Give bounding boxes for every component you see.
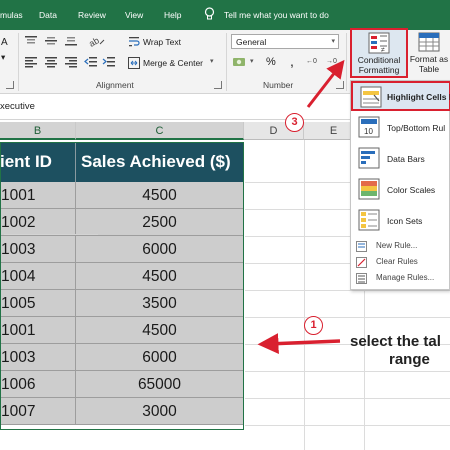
format-as-table-label-line1[interactable]: Format as bbox=[408, 54, 450, 64]
grid-line bbox=[245, 425, 450, 426]
menu-item-highlight-cells-rules[interactable]: Highlight Cells R bbox=[351, 81, 450, 111]
merge-center-dropdown-icon[interactable]: ▾ bbox=[210, 57, 214, 65]
callout-text-line1: select the tal bbox=[350, 333, 441, 350]
manage-rules-icon bbox=[356, 273, 367, 284]
svg-text:10: 10 bbox=[364, 127, 373, 136]
grid-line bbox=[245, 398, 450, 399]
format-as-table-icon[interactable] bbox=[418, 32, 440, 52]
menu-item-label: Color Scales bbox=[387, 185, 436, 195]
align-bottom-icon[interactable] bbox=[64, 35, 78, 47]
menu-item-label: Icon Sets bbox=[387, 216, 423, 226]
column-header-c[interactable]: C bbox=[76, 122, 244, 140]
alignment-group-launcher[interactable] bbox=[214, 81, 222, 89]
align-right-icon[interactable] bbox=[64, 56, 78, 68]
conditional-formatting-label-line2: Formatting bbox=[358, 65, 400, 75]
menu-item-data-bars[interactable]: Data Bars bbox=[351, 144, 450, 174]
menu-item-top-bottom-rules[interactable]: 10 Top/Bottom Rul bbox=[351, 113, 450, 143]
font-group-launcher[interactable] bbox=[6, 81, 14, 89]
number-format-value: General bbox=[236, 37, 267, 47]
merge-center-icon[interactable] bbox=[128, 57, 140, 69]
wrap-text-button[interactable]: Wrap Text bbox=[143, 37, 181, 47]
comma-style-button[interactable]: , bbox=[290, 53, 294, 69]
menu-item-clear-rules[interactable]: Clear Rules bbox=[350, 254, 450, 270]
ribbon-separator bbox=[226, 33, 227, 91]
new-rule-icon bbox=[356, 241, 367, 252]
menu-formulas[interactable]: mulas bbox=[0, 10, 23, 20]
font-color-icon[interactable]: ▾ bbox=[1, 52, 5, 63]
accounting-format-icon[interactable] bbox=[232, 55, 248, 69]
align-center-icon[interactable] bbox=[44, 56, 58, 68]
merge-center-button[interactable]: Merge & Center bbox=[143, 58, 203, 68]
data-bars-icon bbox=[358, 147, 380, 169]
menu-item-label: New Rule... bbox=[376, 241, 418, 250]
number-group-label: Number bbox=[263, 80, 294, 90]
font-size-up-icon[interactable]: A bbox=[1, 37, 8, 48]
grid-line bbox=[304, 140, 305, 450]
svg-text:ab: ab bbox=[88, 35, 101, 48]
tell-me-search[interactable]: Tell me what you want to do bbox=[224, 10, 329, 20]
orientation-icon[interactable]: ab bbox=[88, 34, 106, 48]
conditional-formatting-icon: ≠ bbox=[368, 32, 390, 54]
percent-style-button[interactable]: % bbox=[266, 56, 276, 68]
grid-line bbox=[245, 371, 450, 372]
menu-bar: mulas Data Review View Help Tell me what… bbox=[0, 0, 450, 30]
increase-decimal-icon[interactable]: ←0 bbox=[306, 58, 317, 65]
number-group-launcher[interactable] bbox=[336, 81, 344, 89]
align-left-icon[interactable] bbox=[24, 56, 38, 68]
highlight-cells-icon bbox=[360, 86, 382, 108]
conditional-formatting-label-line1: Conditional bbox=[357, 55, 401, 65]
chevron-down-icon: ▾ bbox=[331, 38, 335, 45]
format-as-table-label-line2[interactable]: Table bbox=[408, 64, 450, 74]
menu-item-label: Manage Rules... bbox=[376, 273, 435, 282]
ribbon-separator bbox=[346, 33, 347, 91]
menu-item-label: Data Bars bbox=[387, 154, 425, 164]
decrease-decimal-icon[interactable]: →0 bbox=[326, 58, 337, 65]
lightbulb-icon bbox=[204, 7, 215, 20]
menu-item-new-rule[interactable]: New Rule... bbox=[350, 238, 450, 254]
align-middle-icon[interactable] bbox=[44, 35, 58, 47]
ribbon-separator bbox=[18, 33, 19, 91]
menu-item-label: Top/Bottom Rul bbox=[387, 123, 446, 133]
icon-sets-icon bbox=[358, 209, 380, 231]
decrease-indent-icon[interactable] bbox=[84, 56, 98, 68]
step-badge-1: 1 bbox=[304, 316, 323, 335]
menu-item-label: Clear Rules bbox=[376, 257, 418, 266]
clear-rules-icon bbox=[356, 257, 367, 268]
step-badge-3: 3 bbox=[285, 113, 304, 132]
align-top-icon[interactable] bbox=[24, 35, 38, 47]
alignment-group-label: Alignment bbox=[96, 80, 134, 90]
top-bottom-rules-icon: 10 bbox=[358, 116, 380, 138]
menu-data[interactable]: Data bbox=[39, 10, 57, 20]
color-scales-icon bbox=[358, 178, 380, 200]
grid-line bbox=[245, 290, 450, 291]
accounting-dropdown-icon[interactable]: ▾ bbox=[250, 57, 254, 65]
formula-bar-value[interactable]: xecutive bbox=[0, 101, 35, 112]
increase-indent-icon[interactable] bbox=[102, 56, 116, 68]
menu-item-manage-rules[interactable]: Manage Rules... bbox=[350, 270, 450, 286]
column-header-b[interactable]: B bbox=[0, 122, 76, 140]
number-format-select[interactable]: General ▾ bbox=[231, 34, 339, 49]
menu-view[interactable]: View bbox=[125, 10, 143, 20]
menu-item-color-scales[interactable]: Color Scales bbox=[351, 175, 450, 205]
menu-help[interactable]: Help bbox=[164, 10, 181, 20]
menu-separator bbox=[4, 234, 98, 235]
grid-line bbox=[245, 317, 450, 318]
conditional-formatting-button[interactable]: ≠ Conditional Formatting bbox=[350, 28, 408, 78]
selection-range-border bbox=[0, 142, 244, 430]
menu-item-label: Highlight Cells R bbox=[387, 92, 450, 102]
wrap-text-icon[interactable] bbox=[128, 36, 140, 48]
menu-item-icon-sets[interactable]: Icon Sets bbox=[351, 206, 450, 236]
menu-review[interactable]: Review bbox=[78, 10, 106, 20]
svg-text:≠: ≠ bbox=[381, 47, 385, 54]
callout-text-line2: range bbox=[389, 351, 430, 368]
